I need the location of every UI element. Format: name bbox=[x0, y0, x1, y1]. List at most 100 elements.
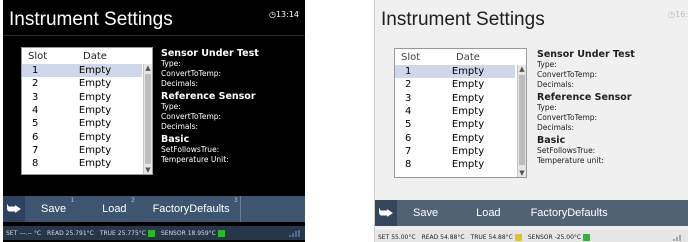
slot-cell: 5 bbox=[405, 119, 412, 131]
true-value: 54.88°C bbox=[488, 233, 513, 241]
table-row[interactable]: 1 Empty bbox=[22, 64, 142, 78]
scroll-up-icon[interactable]: ▲ bbox=[518, 65, 526, 73]
table-row[interactable]: 2 Empty bbox=[22, 77, 142, 90]
clock-time: 13:14 bbox=[275, 10, 299, 19]
date-cell: Empty bbox=[78, 65, 112, 77]
table-scrollbar[interactable]: ▲ ▼ bbox=[517, 65, 526, 177]
scroll-thumb[interactable] bbox=[145, 74, 151, 164]
light-theme-screen: Instrument Settings ◷16:2 Slot Date 1 Emp… bbox=[374, 0, 688, 242]
temperature-unit-label: Temperature unit: bbox=[537, 156, 604, 165]
slot-table[interactable]: Slot Date 1 Empty 2 Empty 3 Empty 4 Empty 5 E… bbox=[21, 47, 153, 175]
stable-check-icon bbox=[147, 229, 155, 237]
slot-cell: 8 bbox=[405, 159, 412, 171]
save-button[interactable]: Save bbox=[403, 200, 448, 226]
date-cell: Empty bbox=[451, 159, 485, 171]
load-button[interactable]: Load 2 bbox=[92, 196, 136, 222]
column-header-slot: Slot bbox=[28, 50, 48, 62]
date-cell: Empty bbox=[451, 119, 485, 131]
save-label: Save bbox=[41, 203, 67, 215]
date-cell: Empty bbox=[451, 66, 485, 78]
date-cell: Empty bbox=[451, 79, 485, 91]
signal-icon bbox=[673, 234, 685, 241]
save-shortcut-number: 1 bbox=[70, 198, 75, 204]
read-label: READ bbox=[421, 233, 439, 241]
set-value: 55.00°C bbox=[391, 233, 416, 241]
table-row[interactable]: 5 Empty bbox=[395, 118, 515, 131]
slot-cell: 4 bbox=[405, 106, 412, 118]
table-row[interactable]: 7 Empty bbox=[395, 145, 515, 158]
table-row[interactable]: 6 Empty bbox=[22, 130, 142, 143]
sut-decimals-label: Decimals: bbox=[161, 79, 199, 88]
slot-cell: 2 bbox=[405, 79, 412, 91]
sut-type-label: Type: bbox=[537, 60, 557, 69]
ref-convert-label: ConvertToTemp: bbox=[161, 112, 222, 121]
section-heading-reference-sensor: Reference Sensor bbox=[537, 92, 632, 103]
table-header: Slot Date bbox=[22, 48, 152, 64]
section-heading-reference-sensor: Reference Sensor bbox=[161, 91, 256, 102]
bottom-toolbar: ⮩ Save 1 Load 2 FactoryDefaults 3 bbox=[3, 196, 305, 222]
slot-table[interactable]: Slot Date 1 Empty 2 Empty 3 Empty 4 Empty 5 E… bbox=[394, 48, 527, 178]
slot-cell: 6 bbox=[32, 131, 39, 143]
date-cell: Empty bbox=[78, 158, 112, 170]
save-button[interactable]: Save 1 bbox=[31, 196, 76, 222]
factory-defaults-label: FactoryDefaults bbox=[530, 207, 608, 219]
table-row[interactable]: 8 Empty bbox=[395, 158, 515, 171]
table-row[interactable]: 3 Empty bbox=[22, 91, 142, 104]
load-shortcut-number: 2 bbox=[131, 198, 135, 204]
slot-cell: 3 bbox=[32, 91, 39, 103]
scroll-down-icon[interactable]: ▼ bbox=[518, 169, 526, 177]
clock-icon: ◷ bbox=[668, 10, 676, 19]
ref-type-label: Type: bbox=[161, 102, 181, 111]
slot-cell: 7 bbox=[32, 144, 39, 156]
table-row[interactable]: 6 Empty bbox=[395, 131, 515, 144]
bottom-toolbar: ⮩ Save Load FactoryDefaults bbox=[375, 200, 688, 226]
table-header: Slot Date bbox=[395, 49, 526, 65]
scroll-thumb[interactable] bbox=[519, 75, 525, 165]
load-label: Load bbox=[102, 203, 127, 215]
set-follows-true-label: SetFollowsTrue: bbox=[537, 146, 596, 155]
signal-icon bbox=[289, 229, 301, 237]
date-cell: Empty bbox=[78, 105, 112, 117]
date-cell: Empty bbox=[78, 78, 112, 90]
load-button[interactable]: Load bbox=[466, 200, 510, 226]
sut-decimals-label: Decimals: bbox=[537, 80, 575, 89]
slot-cell: 7 bbox=[405, 145, 412, 157]
table-row[interactable]: 3 Empty bbox=[395, 92, 515, 105]
table-row[interactable]: 1 Empty bbox=[395, 65, 515, 79]
table-row[interactable]: 5 Empty bbox=[22, 117, 142, 130]
back-button[interactable]: ⮩ bbox=[3, 196, 25, 222]
table-scrollbar[interactable]: ▲ ▼ bbox=[143, 64, 152, 174]
set-value: ---.-- °C bbox=[19, 229, 42, 237]
scroll-up-icon[interactable]: ▲ bbox=[144, 64, 152, 72]
true-value: 25.775°C bbox=[117, 229, 146, 237]
set-follows-true-label: SetFollowsTrue: bbox=[161, 145, 220, 154]
section-heading-sensor-under-test: Sensor Under Test bbox=[537, 49, 635, 60]
sensor-value: -25.00°C bbox=[554, 233, 582, 241]
slot-cell: 2 bbox=[32, 78, 39, 90]
sut-convert-label: ConvertToTemp: bbox=[161, 69, 222, 78]
table-row[interactable]: 2 Empty bbox=[395, 78, 515, 91]
table-row[interactable]: 8 Empty bbox=[22, 157, 142, 170]
status-bar: SET ---.-- °C READ 25.791°C TRUE 25.775°… bbox=[3, 226, 305, 240]
scroll-down-icon[interactable]: ▼ bbox=[144, 166, 152, 174]
factory-defaults-button[interactable]: FactoryDefaults bbox=[521, 200, 618, 226]
factory-defaults-button[interactable]: FactoryDefaults 3 bbox=[143, 196, 241, 222]
table-row[interactable]: 4 Empty bbox=[395, 105, 515, 118]
table-row[interactable]: 7 Empty bbox=[22, 144, 142, 157]
back-button[interactable]: ⮩ bbox=[375, 200, 397, 226]
slot-cell: 5 bbox=[32, 118, 39, 130]
column-header-date: Date bbox=[83, 50, 107, 62]
temperature-unit-label: Temperature Unit: bbox=[161, 155, 229, 164]
ref-convert-label: ConvertToTemp: bbox=[537, 113, 598, 122]
slot-cell: 3 bbox=[405, 92, 412, 104]
back-arrow-icon: ⮩ bbox=[378, 203, 394, 222]
date-cell: Empty bbox=[451, 92, 485, 104]
date-cell: Empty bbox=[451, 132, 485, 144]
read-value: 54.88°C bbox=[440, 233, 465, 241]
column-header-date: Date bbox=[456, 51, 480, 63]
page-title: Instrument Settings bbox=[381, 9, 545, 30]
slot-cell: 1 bbox=[405, 66, 412, 78]
table-row[interactable]: 4 Empty bbox=[22, 104, 142, 117]
ref-type-label: Type: bbox=[537, 103, 557, 112]
section-heading-basic: Basic bbox=[537, 135, 566, 146]
